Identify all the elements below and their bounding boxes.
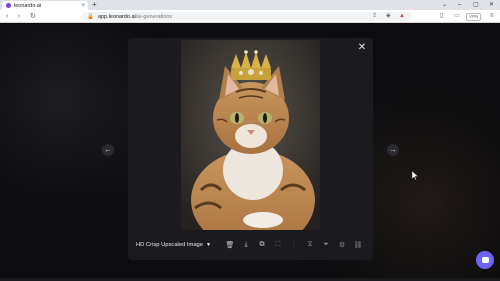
wallet-icon[interactable]: ▭ (454, 10, 460, 23)
url-host: app.leonardo.ai (97, 13, 136, 20)
browser-tab[interactable]: leonardo.ai × (2, 1, 88, 10)
share-icon[interactable]: ⇪ (372, 10, 377, 23)
link-icon[interactable]: ⛓ (350, 238, 366, 252)
close-icon[interactable]: ✕ (356, 42, 368, 54)
browser-toolbar: ‹ › ↻ 🔒 app.leonardo.ai/ai-generations ⇪… (0, 10, 500, 23)
browser-tab-bar: leonardo.ai × + ⌄ – ▢ ✕ (0, 0, 500, 10)
filter-icon[interactable]: ⏷ (318, 238, 334, 252)
support-chat-button[interactable] (476, 251, 494, 269)
brave-rewards-icon[interactable]: ▲ (399, 10, 405, 23)
variation-icon[interactable]: ⧖ (302, 238, 318, 252)
copy-icon[interactable]: ⧉ (254, 238, 270, 252)
brave-shield-icon[interactable]: ◈ (386, 10, 391, 23)
generated-image-cat-with-crown (181, 40, 320, 230)
menu-icon[interactable]: ≡ (490, 10, 494, 23)
minimize-button[interactable]: – (458, 0, 461, 10)
image-version-dropdown[interactable]: HD Crisp Upscaled Image ▼ (136, 239, 211, 251)
lock-icon: 🔒 (87, 13, 94, 20)
maximize-button[interactable]: ▢ (473, 0, 479, 10)
chat-bubble-icon (481, 257, 489, 263)
sidebar-icon[interactable]: ▯ (440, 10, 443, 23)
image-version-label: HD Crisp Upscaled Image (136, 242, 204, 248)
url-path: /ai-generations (135, 13, 173, 20)
delete-icon[interactable]: 🗑 (222, 238, 238, 252)
previous-image-button[interactable]: ← (102, 144, 114, 156)
vpn-button[interactable]: VPN (466, 13, 482, 21)
tab-title: leonardo.ai (14, 2, 42, 9)
address-bar[interactable]: 🔒 app.leonardo.ai/ai-generations (82, 12, 412, 21)
tab-close-icon[interactable]: × (81, 3, 85, 9)
tab-search-icon[interactable]: ⌄ (442, 0, 447, 10)
forward-icon[interactable]: › (18, 10, 20, 23)
mouse-cursor-icon (412, 171, 418, 180)
image-action-toolbar: 🗑 ⤓ ⧉ ⛶ ⁞ ⧖ ⏷ ⚙ ⛓ (222, 238, 366, 252)
chevron-down-icon: ▼ (206, 242, 211, 248)
close-window-button[interactable]: ✕ (489, 0, 494, 10)
settings-icon[interactable]: ⚙ (334, 238, 350, 252)
back-icon[interactable]: ‹ (6, 10, 8, 23)
cat-with-crown-image (181, 40, 320, 230)
new-tab-button[interactable]: + (92, 0, 97, 10)
next-image-button[interactable]: → (387, 144, 399, 156)
grid-icon[interactable]: ⁞ (286, 238, 302, 252)
download-icon[interactable]: ⤓ (238, 238, 254, 252)
expand-icon[interactable]: ⛶ (270, 238, 286, 252)
leonardo-favicon-icon (6, 3, 11, 8)
reload-icon[interactable]: ↻ (30, 10, 36, 23)
